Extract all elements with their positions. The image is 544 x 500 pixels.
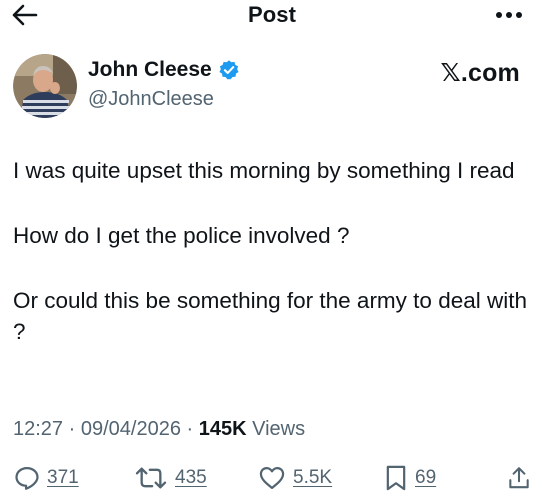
profile-photo — [13, 54, 77, 118]
tweet-text: I was quite upset this morning by someth… — [13, 155, 531, 347]
reply-count: 371 — [47, 467, 79, 488]
page-title: Post — [247, 2, 297, 27]
tweet-detail-page: Post John Cleese @JohnCleese 𝕏.com I was… — [0, 0, 544, 500]
avatar[interactable] — [13, 54, 77, 118]
tweet-paragraph: I was quite upset this morning by someth… — [13, 158, 515, 183]
reply-button[interactable]: 371 — [13, 460, 79, 496]
like-count: 5.5K — [293, 467, 333, 488]
top-bar: Post — [0, 0, 544, 32]
meta-separator: · — [180, 418, 199, 440]
reply-icon — [15, 466, 39, 490]
bookmark-icon — [386, 465, 406, 491]
bookmark-count: 69 — [415, 467, 437, 488]
heart-icon — [259, 466, 285, 490]
repost-button[interactable]: 435 — [133, 460, 207, 496]
like-button[interactable]: 5.5K — [257, 460, 332, 496]
share-icon — [509, 467, 529, 489]
verified-badge-icon — [218, 59, 240, 81]
repost-count: 435 — [175, 467, 207, 488]
bookmark-button[interactable]: 69 — [383, 460, 436, 496]
more-horizontal-icon — [496, 12, 522, 18]
views-count: 145K — [198, 418, 247, 440]
action-bar: 371 435 5.5K 69 — [0, 460, 544, 496]
post-time[interactable]: 12:27 — [13, 418, 63, 440]
more-options-button[interactable] — [494, 4, 524, 26]
repost-icon — [135, 467, 167, 489]
author-name-row: John Cleese — [88, 58, 240, 82]
tweet-paragraph: How do I get the police involved ? — [13, 223, 350, 248]
author-name[interactable]: John Cleese — [88, 58, 212, 82]
post-date[interactable]: 09/04/2026 — [81, 418, 181, 440]
x-logo-label: 𝕏.com — [440, 59, 520, 87]
tweet-metadata: 12:27 · 09/04/2026 · 145K Views — [13, 418, 305, 441]
views-label: Views — [246, 418, 306, 440]
tweet-paragraph: Or could this be something for the army … — [13, 288, 527, 344]
meta-separator: · — [63, 418, 81, 440]
author-handle[interactable]: @JohnCleese — [88, 88, 214, 111]
share-button[interactable] — [506, 460, 532, 496]
